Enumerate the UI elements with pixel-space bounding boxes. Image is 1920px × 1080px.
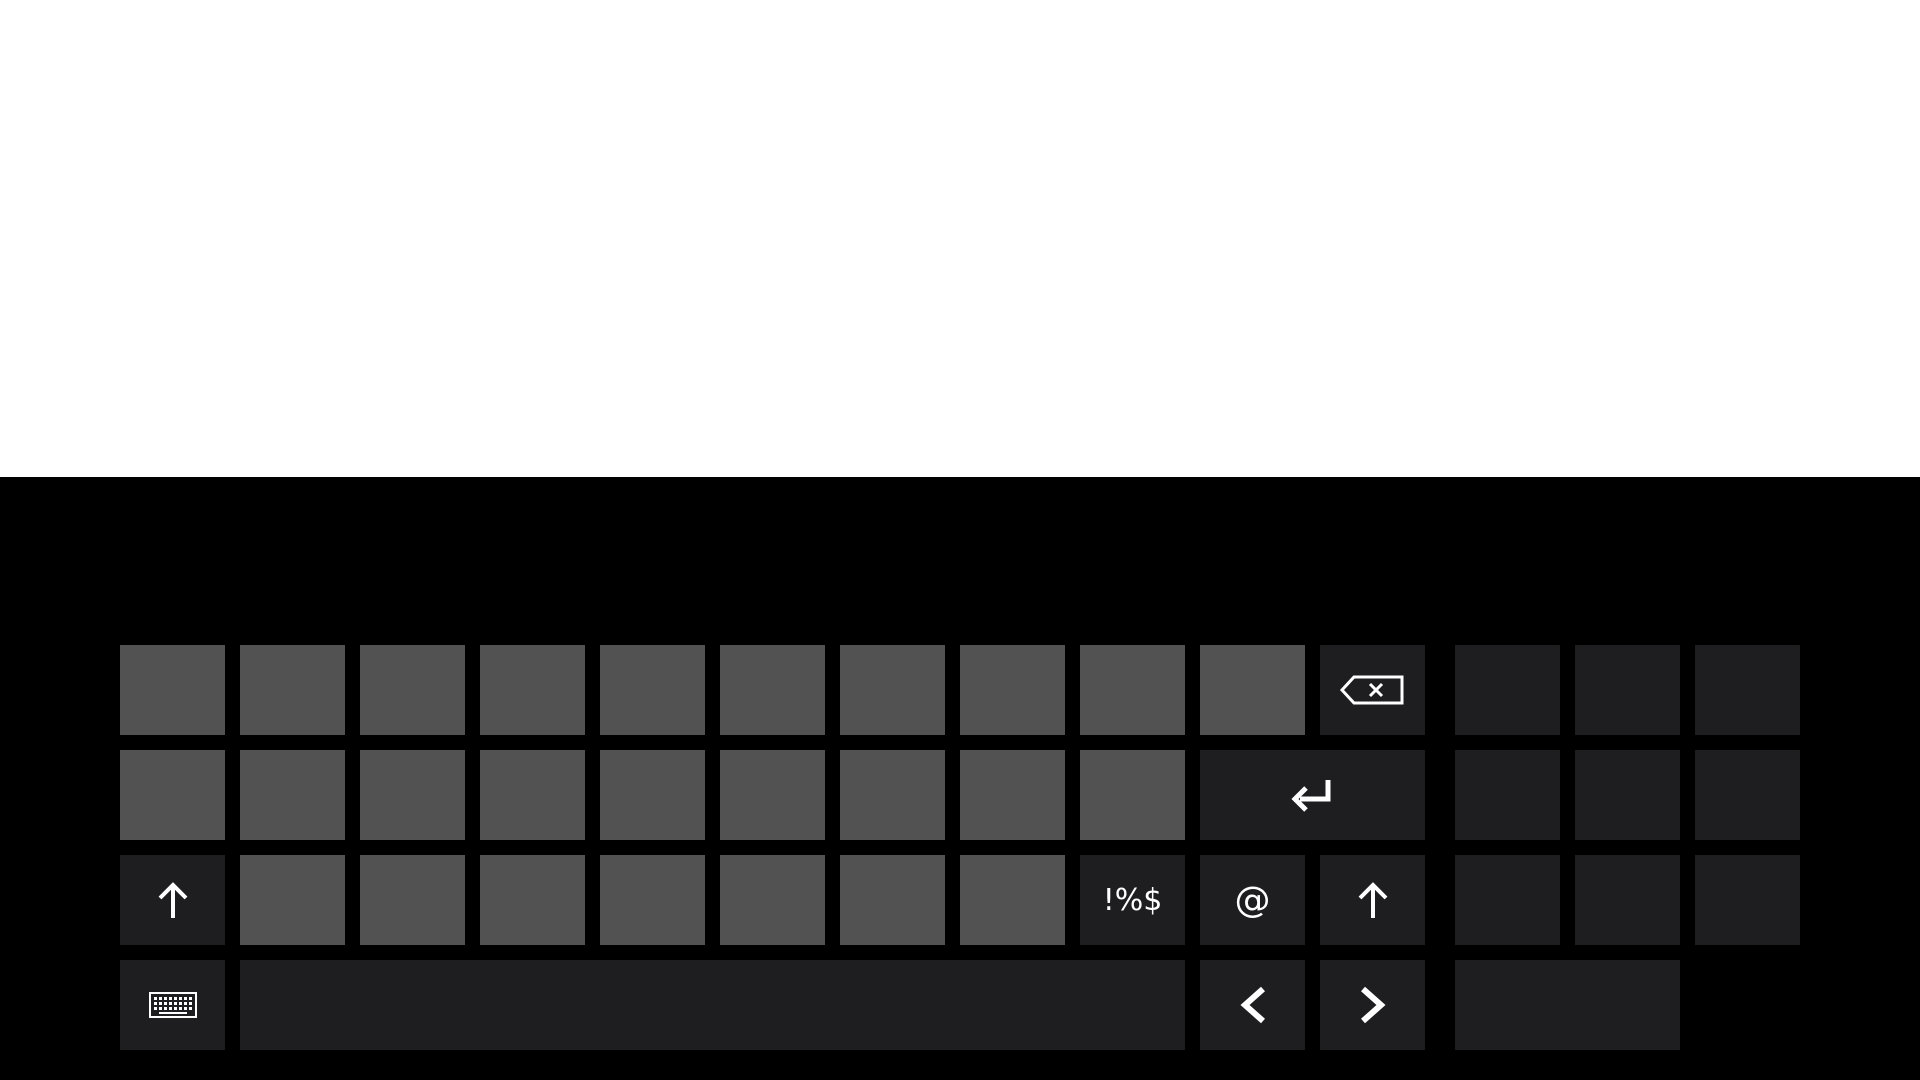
letter-key-r2-6[interactable]	[720, 750, 825, 840]
shift-key-left[interactable]	[120, 855, 225, 945]
enter-key[interactable]	[1200, 750, 1425, 840]
symbols-key-label: !%$	[1102, 882, 1163, 918]
keyboard-icon	[148, 992, 197, 1018]
letter-key-r1-2[interactable]	[240, 645, 345, 735]
letter-key-r3-1[interactable]	[240, 855, 345, 945]
numpad-key-r1-3[interactable]	[1695, 645, 1800, 735]
letter-key-r3-5[interactable]	[720, 855, 825, 945]
shift-arrow-up-icon	[158, 882, 187, 918]
letter-key-r1-3[interactable]	[360, 645, 465, 735]
at-key-label: @	[1234, 879, 1271, 921]
numpad-key-r1-2[interactable]	[1575, 645, 1680, 735]
letter-key-r3-3[interactable]	[480, 855, 585, 945]
letter-key-r2-8[interactable]	[960, 750, 1065, 840]
touch-keyboard: !%$ @	[0, 477, 1920, 1080]
letter-key-r3-4[interactable]	[600, 855, 705, 945]
at-key[interactable]: @	[1200, 855, 1305, 945]
numpad-key-r1-1[interactable]	[1455, 645, 1560, 735]
symbols-key[interactable]: !%$	[1080, 855, 1185, 945]
numpad-key-r3-1[interactable]	[1455, 855, 1560, 945]
numpad-key-r2-1[interactable]	[1455, 750, 1560, 840]
chevron-right-icon	[1360, 986, 1386, 1024]
enter-icon	[1290, 780, 1330, 812]
letter-key-r1-6[interactable]	[720, 645, 825, 735]
numpad-key-r3-3[interactable]	[1695, 855, 1800, 945]
letter-key-r1-4[interactable]	[480, 645, 585, 735]
letter-key-r2-9[interactable]	[1080, 750, 1185, 840]
chevron-left-icon	[1239, 986, 1265, 1024]
letter-key-r2-3[interactable]	[360, 750, 465, 840]
letter-key-r1-7[interactable]	[840, 645, 945, 735]
letter-key-r2-2[interactable]	[240, 750, 345, 840]
space-bar[interactable]	[240, 960, 1185, 1050]
right-arrow-key[interactable]	[1320, 960, 1425, 1050]
letter-key-r1-5[interactable]	[600, 645, 705, 735]
keyboard-layout-key[interactable]	[120, 960, 225, 1050]
shift-key-right[interactable]	[1320, 855, 1425, 945]
numpad-key-r2-3[interactable]	[1695, 750, 1800, 840]
letter-key-r2-4[interactable]	[480, 750, 585, 840]
numpad-wide-key[interactable]	[1455, 960, 1680, 1050]
letter-key-r1-8[interactable]	[960, 645, 1065, 735]
letter-key-r3-6[interactable]	[840, 855, 945, 945]
numpad-key-r3-2[interactable]	[1575, 855, 1680, 945]
letter-key-r3-2[interactable]	[360, 855, 465, 945]
letter-key-r1-1[interactable]	[120, 645, 225, 735]
letter-key-r2-7[interactable]	[840, 750, 945, 840]
letter-key-r2-1[interactable]	[120, 750, 225, 840]
letter-key-r1-10[interactable]	[1200, 645, 1305, 735]
backspace-icon	[1339, 675, 1403, 705]
left-arrow-key[interactable]	[1200, 960, 1305, 1050]
letter-key-r1-9[interactable]	[1080, 645, 1185, 735]
shift-arrow-up-icon	[1358, 882, 1387, 918]
app-content-area	[0, 0, 1920, 477]
letter-key-r3-7[interactable]	[960, 855, 1065, 945]
letter-key-r2-5[interactable]	[600, 750, 705, 840]
numpad-key-r2-2[interactable]	[1575, 750, 1680, 840]
backspace-key[interactable]	[1320, 645, 1425, 735]
